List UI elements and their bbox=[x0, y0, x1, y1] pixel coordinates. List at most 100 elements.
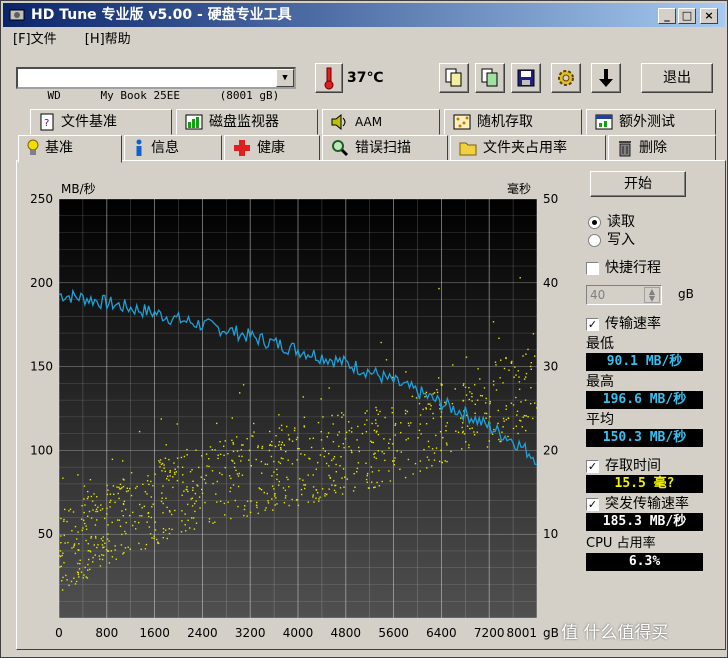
access-time-point bbox=[428, 459, 430, 461]
y-right-axis-ticks: 50 40 30 20 10 bbox=[543, 192, 558, 541]
access-time-point bbox=[374, 452, 376, 454]
access-time-point bbox=[364, 423, 366, 426]
access-time-point bbox=[357, 425, 359, 428]
access-time-point bbox=[118, 486, 120, 489]
access-time-point bbox=[256, 506, 258, 509]
tab-random-access[interactable]: 随机存取 bbox=[444, 109, 582, 135]
access-time-point bbox=[172, 486, 174, 489]
access-time-point bbox=[388, 470, 390, 472]
access-time-point bbox=[468, 446, 470, 449]
close-button[interactable]: × bbox=[700, 8, 718, 24]
access-time-point bbox=[193, 528, 196, 530]
tab-extra-tests[interactable]: 额外测试 bbox=[586, 109, 716, 135]
access-time-point bbox=[530, 368, 532, 370]
access-time-point bbox=[322, 416, 324, 418]
access-time-point bbox=[173, 462, 175, 464]
copy-screenshot-button[interactable] bbox=[475, 63, 505, 93]
burst-rate-checkbox[interactable]: ✓ 突发传输速率 bbox=[586, 495, 719, 513]
access-time-point bbox=[435, 434, 437, 437]
access-time-point bbox=[265, 507, 267, 509]
access-time-point bbox=[95, 508, 98, 510]
read-radio[interactable]: 读取 bbox=[588, 213, 719, 231]
access-time-point bbox=[278, 444, 280, 446]
access-time-point bbox=[100, 538, 103, 540]
tab-health[interactable]: 健康 bbox=[224, 135, 320, 161]
access-time-point bbox=[232, 443, 235, 445]
access-time-point bbox=[97, 506, 99, 508]
access-time-point bbox=[394, 457, 396, 459]
access-time-point bbox=[474, 412, 476, 414]
access-time-point bbox=[60, 535, 62, 537]
access-time-point bbox=[84, 504, 86, 506]
y-left-tick-label: 100 bbox=[30, 443, 53, 457]
access-time-point bbox=[338, 445, 340, 447]
access-time-point bbox=[102, 546, 104, 549]
tab-file-benchmark[interactable]: ? 文件基准 bbox=[30, 109, 172, 135]
menu-help[interactable]: [H]帮助 bbox=[85, 32, 131, 47]
transfer-rate-checkbox[interactable]: ✓ 传输速率 bbox=[586, 315, 719, 333]
access-time-point bbox=[486, 446, 489, 448]
options-button[interactable] bbox=[551, 63, 581, 93]
access-time-point bbox=[181, 510, 183, 512]
access-time-point bbox=[365, 462, 367, 464]
access-time-point bbox=[483, 387, 486, 389]
access-time-point bbox=[320, 431, 322, 433]
access-time-point bbox=[469, 391, 471, 393]
download-button[interactable] bbox=[591, 63, 621, 93]
exit-button[interactable]: 退出 bbox=[641, 63, 713, 93]
access-time-point bbox=[94, 524, 97, 526]
access-time-point bbox=[101, 554, 103, 556]
access-time-point bbox=[469, 428, 471, 430]
tab-benchmark[interactable]: 基准 bbox=[18, 135, 122, 163]
tab-error-scan[interactable]: 错误扫描 bbox=[322, 135, 448, 161]
tab-info[interactable]: 信息 bbox=[124, 135, 222, 161]
chevron-down-icon[interactable]: ▼ bbox=[276, 69, 294, 87]
access-time-point bbox=[391, 407, 393, 409]
x-tick-label: 4800 bbox=[331, 626, 362, 640]
maximize-button[interactable]: □ bbox=[678, 8, 696, 24]
x-tick-label: 5600 bbox=[378, 626, 409, 640]
access-time-point bbox=[322, 447, 324, 450]
access-time-point bbox=[129, 548, 131, 550]
device-select[interactable]: WD My Book 25EE (8001 gB) ▼ bbox=[16, 67, 296, 102]
tab-aam[interactable]: AAM bbox=[322, 109, 440, 135]
access-time-point bbox=[365, 478, 368, 481]
tab-erase[interactable]: 删除 bbox=[608, 135, 716, 161]
access-time-checkbox[interactable]: ✓ 存取时间 bbox=[586, 457, 719, 475]
access-time-point bbox=[370, 466, 372, 468]
access-time-point bbox=[503, 367, 506, 370]
menu-file[interactable]: [F]文件 bbox=[13, 32, 57, 47]
access-time-point bbox=[394, 424, 396, 426]
write-radio[interactable]: 写入 bbox=[588, 231, 719, 249]
access-time-point bbox=[457, 431, 460, 433]
access-time-point bbox=[491, 433, 494, 435]
access-time-point bbox=[106, 513, 108, 515]
access-time-point bbox=[461, 448, 463, 450]
access-time-point bbox=[471, 427, 473, 429]
tab-label: 信息 bbox=[151, 140, 179, 156]
copy-text-button[interactable] bbox=[439, 63, 469, 93]
device-select-value: WD My Book 25EE (8001 gB) bbox=[47, 89, 280, 102]
access-time-point bbox=[250, 500, 252, 502]
y-left-tick-label: 250 bbox=[30, 192, 53, 206]
tab-disk-monitor[interactable]: 磁盘监视器 bbox=[176, 109, 318, 135]
access-time-point bbox=[296, 459, 298, 461]
quick-stroke-checkbox[interactable]: 快捷行程 bbox=[586, 259, 719, 277]
access-time-point bbox=[388, 447, 390, 449]
access-time-point bbox=[99, 565, 102, 567]
access-time-point bbox=[110, 499, 112, 502]
access-time-point bbox=[65, 574, 67, 577]
access-time-point bbox=[276, 478, 278, 481]
access-time-point bbox=[419, 414, 422, 416]
random-access-icon bbox=[453, 114, 471, 130]
tab-folder-usage[interactable]: 文件夹占用率 bbox=[450, 135, 606, 161]
access-time-point bbox=[273, 471, 275, 473]
stepper-icon[interactable]: ▲ ▼ bbox=[644, 287, 660, 303]
access-time-point bbox=[335, 471, 337, 473]
access-time-point bbox=[452, 364, 454, 366]
minimize-button[interactable]: _ bbox=[658, 8, 676, 24]
save-button[interactable] bbox=[511, 63, 541, 93]
access-time-point bbox=[180, 456, 183, 459]
start-button[interactable]: 开始 bbox=[590, 171, 686, 197]
temperature-button[interactable] bbox=[315, 63, 343, 93]
